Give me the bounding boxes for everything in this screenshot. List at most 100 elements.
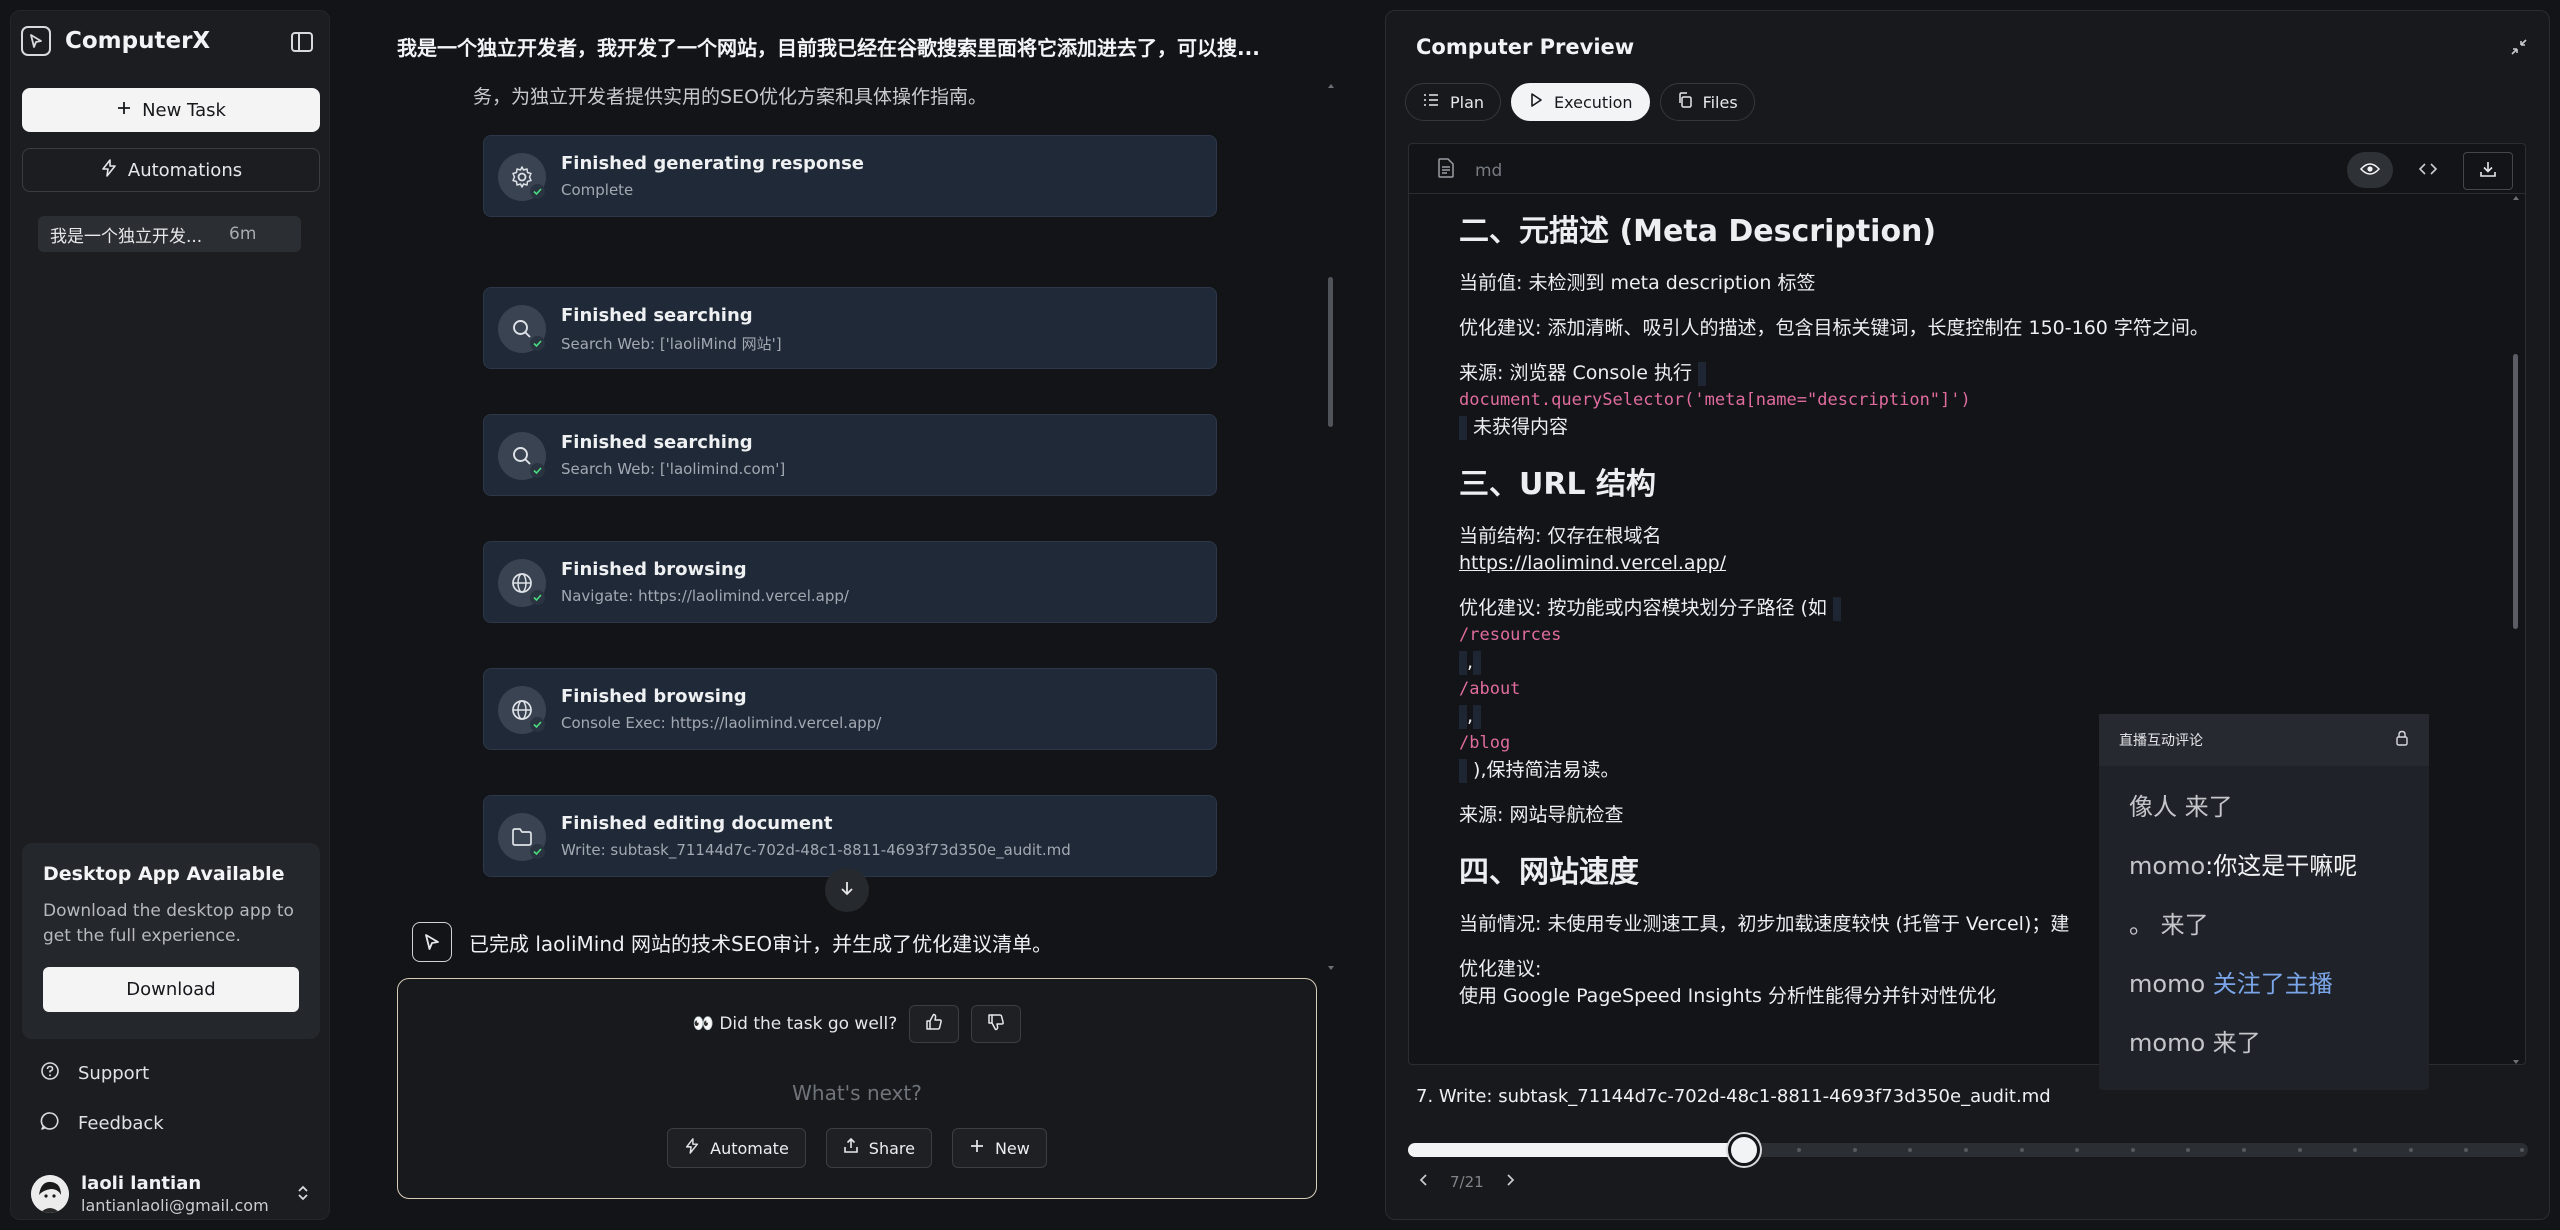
timeline-step-dot[interactable] (1964, 1148, 1968, 1152)
timeline-handle[interactable] (1728, 1134, 1760, 1166)
timeline-step-dot[interactable] (2353, 1148, 2357, 1152)
task-title-header: 我是一个独立开发者，我开发了一个网站，目前我已经在谷歌搜索里面将它添加进去了，可… (397, 36, 1260, 60)
doc-text: 当前结构: 仅存在根域名 (1459, 525, 1662, 547)
comment-author: momo (2129, 970, 2206, 998)
check-icon (530, 463, 545, 478)
step-title: Finished searching (561, 305, 753, 326)
step-card[interactable]: Finished editing document Write: subtask… (483, 795, 1217, 877)
task-title: 我是一个独立开发... (50, 226, 203, 247)
chevron-right-icon[interactable] (1504, 1173, 1516, 1191)
automate-button[interactable]: Automate (667, 1128, 806, 1168)
comment-text: 来了 (2177, 793, 2233, 821)
message-circle-icon (40, 1111, 60, 1136)
sidebar-toggle-icon[interactable] (290, 30, 314, 54)
tab-plan[interactable]: Plan (1405, 83, 1502, 121)
code-mode-button[interactable] (2405, 152, 2451, 188)
check-icon (530, 844, 545, 859)
chat-panel: 我是一个独立开发者，我开发了一个网站，目前我已经在谷歌搜索里面将它添加进去了，可… (370, 0, 1350, 1230)
thumbs-down-button[interactable] (971, 1005, 1022, 1043)
app-logo-icon (21, 26, 51, 56)
tab-files-label: Files (1702, 92, 1738, 112)
desktop-card-description: Download the desktop app to get the full… (43, 901, 294, 946)
comment-author: momo (2129, 1029, 2206, 1057)
user-name: laoli lantian (81, 1173, 202, 1194)
timeline-step-dot[interactable] (2186, 1148, 2190, 1152)
download-file-button[interactable] (2463, 152, 2513, 190)
automations-button[interactable]: Automations (22, 148, 320, 192)
timeline-step-dot[interactable] (2409, 1148, 2413, 1152)
step-subtitle: Search Web: ['laolimind.com'] (561, 460, 786, 478)
timeline-step-dot[interactable] (2075, 1148, 2079, 1152)
step-card[interactable]: Finished browsing Console Exec: https://… (483, 668, 1217, 750)
inline-code: document.querySelector('meta[name="descr… (1459, 390, 1971, 410)
download-button[interactable]: Download (43, 967, 299, 1012)
step-card[interactable]: Finished browsing Navigate: https://laol… (483, 541, 1217, 623)
timeline-step-dot[interactable] (2520, 1148, 2524, 1152)
timeline-step-dot[interactable] (1908, 1148, 1912, 1152)
comment-text: 来了 (2205, 1029, 2261, 1057)
thumbs-down-icon (986, 1012, 1006, 1037)
share-button[interactable]: Share (825, 1128, 932, 1168)
minimize-icon[interactable] (2509, 37, 2529, 61)
live-comment-item: momo 来了 (2129, 1028, 2399, 1058)
doc-text: 优化建议: 按功能或内容模块划分子路径 (如 (1459, 597, 1827, 619)
task-time: 6m (229, 224, 257, 244)
scrollbar-thumb[interactable] (2513, 354, 2518, 629)
feedback-link[interactable]: Feedback (40, 1111, 164, 1136)
step-title: Finished generating response (561, 153, 865, 174)
timeline-step-dot[interactable] (2298, 1148, 2302, 1152)
brand[interactable]: ComputerX (21, 26, 210, 56)
current-step-label: 7. Write: subtask_71144d7c-702d-48c1-881… (1416, 1086, 2051, 1107)
desktop-app-card: Desktop App Available Download the deskt… (22, 843, 320, 1039)
new-button[interactable]: New (951, 1128, 1047, 1168)
doc-text: 未获得内容 (1473, 416, 1569, 438)
play-icon (1528, 92, 1544, 112)
step-title: Finished browsing (561, 559, 747, 580)
file-type-label: md (1475, 160, 1503, 181)
new-task-button[interactable]: New Task (22, 88, 320, 132)
timeline-step-dot[interactable] (2242, 1148, 2246, 1152)
doc-paragraph: 来源: 浏览器 Console 执行 document.querySelecto… (1459, 360, 2489, 441)
scroll-to-bottom-button[interactable] (825, 868, 869, 912)
step-subtitle: Search Web: ['laoliMind 网站'] (561, 335, 782, 353)
tab-files[interactable]: Files (1659, 83, 1755, 121)
comment-text: 关注了主播 (2205, 970, 2333, 998)
live-comment-item: momo:你这是干嘛呢 (2129, 851, 2399, 881)
plus-icon (969, 1138, 985, 1158)
tab-execution[interactable]: Execution (1511, 83, 1650, 121)
scrollbar-thumb[interactable] (1328, 277, 1333, 427)
support-link[interactable]: Support (40, 1061, 149, 1086)
timeline-step-dot[interactable] (2464, 1148, 2468, 1152)
new-task-label: New Task (142, 99, 226, 121)
preview-mode-button[interactable] (2347, 152, 2393, 188)
timeline-slider[interactable] (1408, 1134, 2528, 1166)
lock-icon[interactable] (2395, 730, 2409, 750)
task-list-item[interactable]: 我是一个独立开发... 6m (38, 216, 301, 252)
tab-execution-label: Execution (1554, 92, 1633, 112)
timeline-step-dot[interactable] (2131, 1148, 2135, 1152)
user-email: lantianlaoli@gmail.com (81, 1196, 269, 1215)
step-counter: 7/21 (1450, 1173, 1484, 1191)
step-card[interactable]: Finished generating response Complete (483, 135, 1217, 217)
user-account-menu[interactable]: laoli lantian lantianlaoli@gmail.com (31, 1169, 321, 1219)
assistant-summary: 已完成 laoliMind 网站的技术SEO审计，并生成了优化建议清单。 (412, 922, 1052, 962)
live-comment-item: 。 来了 (2129, 910, 2399, 940)
thumbs-up-button[interactable] (909, 1005, 960, 1043)
site-link[interactable]: https://laolimind.vercel.app/ (1459, 552, 1726, 574)
document-scrollbar[interactable] (2511, 194, 2521, 1064)
timeline-step-dot[interactable] (2020, 1148, 2024, 1152)
avatar (31, 1175, 69, 1213)
chat-scrollbar[interactable] (1327, 82, 1335, 972)
chevron-left-icon[interactable] (1418, 1173, 1430, 1191)
step-card[interactable]: Finished searching Search Web: ['laoliMi… (483, 287, 1217, 369)
live-comments-overlay: 直播互动评论 像人 来了 momo:你这是干嘛呢。 来了 momo 关注了主播 mom… (2099, 714, 2429, 1090)
lightning-icon (684, 1138, 700, 1158)
feedback-label: Feedback (78, 1113, 164, 1134)
feedback-prompt: 👀 Did the task go well? (692, 1014, 898, 1034)
prompt-input[interactable]: What's next? (398, 1081, 1316, 1105)
thumbs-up-icon (924, 1012, 944, 1037)
timeline-step-dot[interactable] (1853, 1148, 1857, 1152)
step-card[interactable]: Finished searching Search Web: ['laolimi… (483, 414, 1217, 496)
comment-text: :你这是干嘛呢 (2205, 852, 2358, 880)
timeline-step-dot[interactable] (1797, 1148, 1801, 1152)
